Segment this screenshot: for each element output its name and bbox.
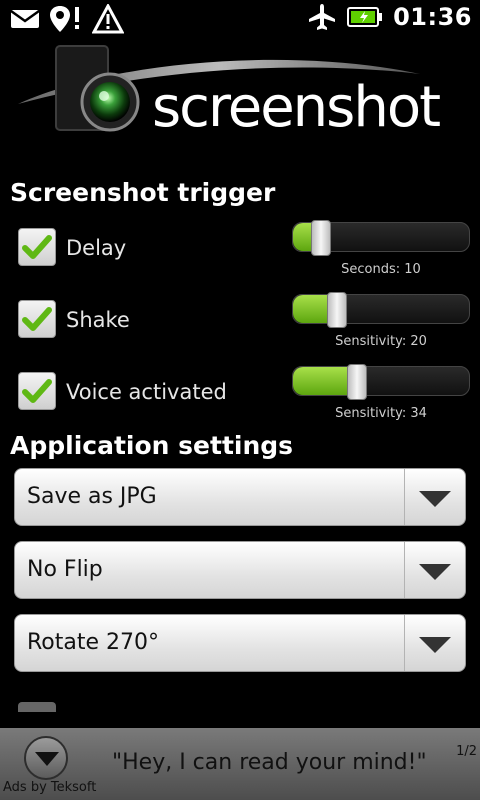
- mail-icon: [10, 9, 40, 28]
- ad-text[interactable]: "Hey, I can read your mind!": [112, 750, 427, 775]
- voice-slider-caption: Sensitivity: 34: [335, 406, 427, 421]
- spinner-divider: [404, 469, 405, 525]
- delay-slider[interactable]: [292, 220, 470, 256]
- flip-spinner[interactable]: No Flip: [14, 541, 466, 599]
- trigger-row-delay: Delay Seconds: 10: [0, 220, 480, 284]
- dropdown-arrow-icon: [419, 637, 451, 653]
- checkmark-icon: [22, 379, 52, 403]
- rotate-spinner[interactable]: Rotate 270°: [14, 614, 466, 672]
- shake-checkbox[interactable]: [18, 300, 56, 338]
- voice-activated-checkbox[interactable]: [18, 372, 56, 410]
- app-header: screenshot: [0, 38, 480, 168]
- battery-icon: [347, 7, 383, 27]
- shake-slider[interactable]: [292, 292, 470, 328]
- trigger-row-voice: Voice activated Sensitivity: 34: [0, 364, 480, 428]
- status-left-icons: [10, 4, 124, 34]
- shake-label: Shake: [66, 308, 130, 332]
- voice-slider-thumb[interactable]: [347, 364, 367, 400]
- section-title-application: Application settings: [10, 431, 294, 460]
- app-logo-text: screenshot: [152, 75, 441, 140]
- voice-slider[interactable]: [292, 364, 470, 400]
- status-bar: 01:36: [0, 0, 480, 38]
- status-time: 01:36: [393, 3, 472, 31]
- delay-slider-thumb[interactable]: [311, 220, 331, 256]
- flip-spinner-value: No Flip: [27, 557, 103, 582]
- spinner-divider: [404, 542, 405, 598]
- location-alert-icon: [50, 6, 79, 32]
- delay-slider-caption: Seconds: 10: [341, 262, 421, 277]
- delay-checkbox[interactable]: [18, 228, 56, 266]
- section-title-trigger: Screenshot trigger: [10, 178, 276, 207]
- ad-banner[interactable]: "Hey, I can read your mind!" Ads by Teks…: [0, 728, 480, 800]
- warning-icon: [92, 4, 124, 34]
- format-spinner-value: Save as JPG: [27, 484, 157, 509]
- trigger-row-shake: Shake Sensitivity: 20: [0, 292, 480, 356]
- ad-page-indicator: 1/2: [456, 744, 477, 759]
- shake-slider-thumb[interactable]: [327, 292, 347, 328]
- airplane-icon: [309, 4, 336, 30]
- status-right-icons: 01:36: [307, 2, 472, 32]
- dropdown-arrow-icon: [419, 491, 451, 507]
- spinner-divider: [404, 615, 405, 671]
- checkmark-icon: [22, 307, 52, 331]
- dropdown-arrow-icon: [419, 564, 451, 580]
- rotate-spinner-value: Rotate 270°: [27, 630, 160, 655]
- ad-down-arrow-icon[interactable]: [24, 736, 68, 780]
- format-spinner[interactable]: Save as JPG: [14, 468, 466, 526]
- shake-slider-caption: Sensitivity: 20: [335, 334, 427, 349]
- checkmark-icon: [22, 235, 52, 259]
- delay-label: Delay: [66, 236, 127, 260]
- partially-visible-checkbox[interactable]: [18, 702, 56, 712]
- ad-credit: Ads by Teksoft: [3, 780, 97, 795]
- voice-activated-label: Voice activated: [66, 380, 227, 404]
